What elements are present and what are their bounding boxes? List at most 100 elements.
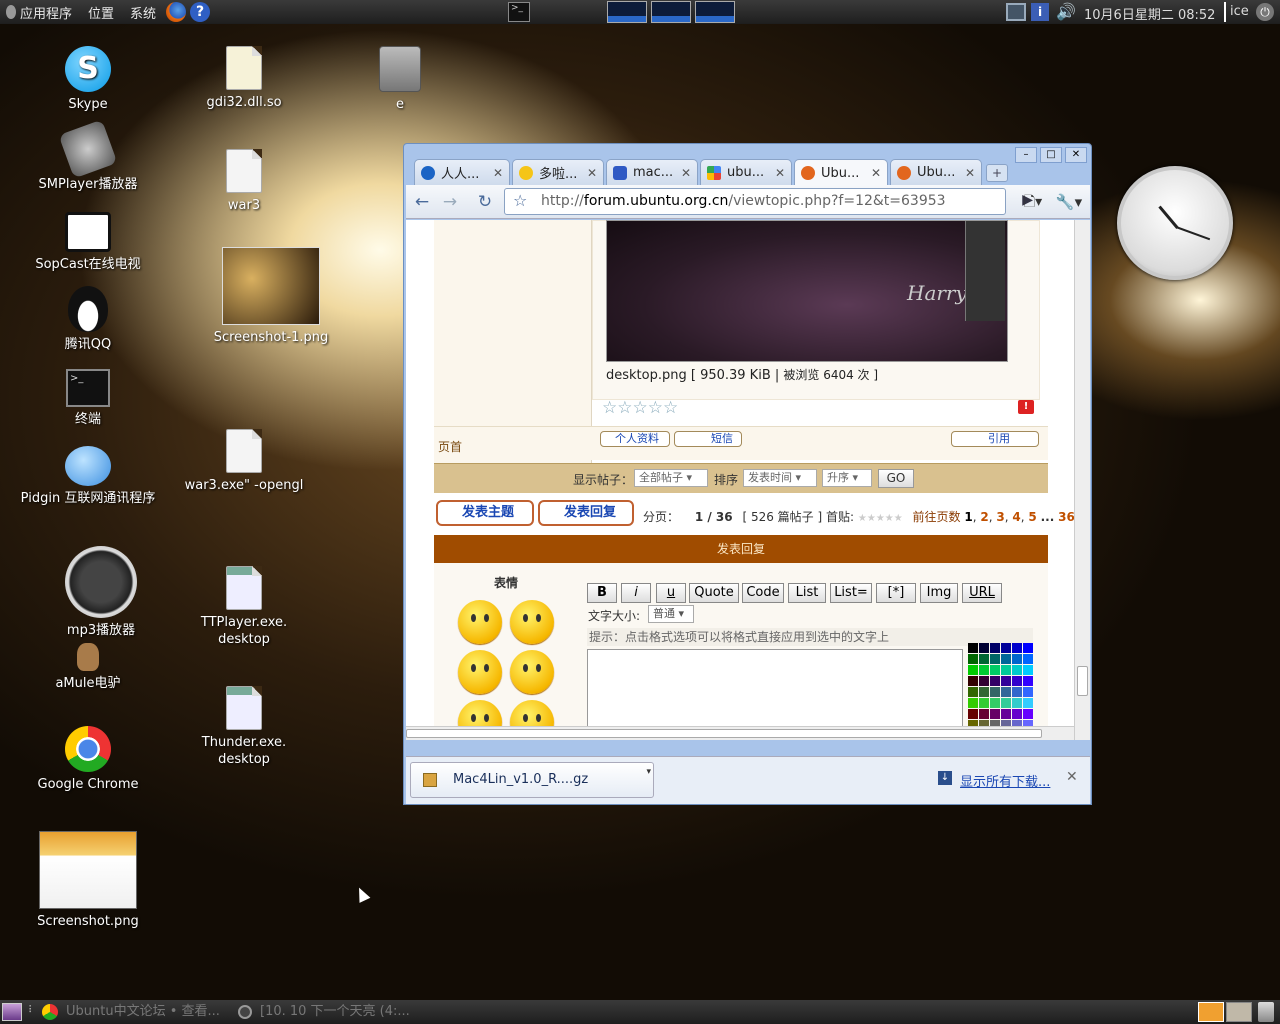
font-size-select[interactable]: 普通 ▾ xyxy=(648,605,694,623)
desktop-icon-screenshot[interactable]: Screenshot.png xyxy=(13,831,163,930)
report-icon[interactable]: ! xyxy=(1018,400,1034,414)
panel-clock[interactable]: 10月6日星期二 08:52 xyxy=(1084,4,1215,23)
tab-mac[interactable]: mac... ✕ xyxy=(606,159,698,185)
go-button[interactable]: GO xyxy=(878,469,914,488)
tab-close-icon[interactable]: ✕ xyxy=(871,166,881,180)
color-swatch[interactable] xyxy=(1012,643,1022,653)
maximize-button[interactable]: □ xyxy=(1040,147,1062,163)
italic-button[interactable]: i xyxy=(621,583,651,603)
tab-close-icon[interactable]: ✕ xyxy=(681,166,691,180)
sort-select[interactable]: 发表时间 ▾ xyxy=(743,469,817,487)
help-launcher-icon[interactable]: ? xyxy=(190,2,211,22)
desktop-icon-thunder[interactable]: Thunder.exe. desktop xyxy=(169,686,319,768)
color-swatch[interactable] xyxy=(990,665,1000,675)
download-menu-icon[interactable]: ▾ xyxy=(646,767,651,777)
quote-button[interactable]: 引用 xyxy=(951,431,1039,447)
workspace-2[interactable] xyxy=(1226,1002,1252,1022)
color-swatch[interactable] xyxy=(979,709,989,719)
color-swatch[interactable] xyxy=(1023,643,1033,653)
color-swatch[interactable] xyxy=(1001,665,1011,675)
color-swatch[interactable] xyxy=(1001,676,1011,686)
desktop-icon-skype[interactable]: S Skype xyxy=(13,46,163,113)
menu-places[interactable]: 位置 xyxy=(80,3,122,22)
close-window-button[interactable]: ✕ xyxy=(1065,147,1087,163)
firefox-launcher-icon[interactable] xyxy=(166,2,187,22)
color-swatch[interactable] xyxy=(1001,709,1011,719)
color-swatch[interactable] xyxy=(1023,654,1033,664)
profile-button[interactable]: 个人资料 xyxy=(600,431,670,447)
desktop-icon-ttplayer[interactable]: TTPlayer.exe. desktop xyxy=(169,566,319,648)
address-bar[interactable]: ☆ http://forum.ubuntu.org.cn/viewtopic.p… xyxy=(504,188,1033,215)
page-link[interactable]: 4 xyxy=(1012,510,1020,524)
tab-renren[interactable]: 人人... ✕ xyxy=(414,159,510,185)
color-swatch[interactable] xyxy=(968,654,978,664)
desktop-icon-screenshot-1[interactable]: Screenshot-1.png xyxy=(196,247,346,346)
page-menu-icon[interactable]: 🗋▾ xyxy=(1018,191,1048,213)
color-swatch[interactable] xyxy=(979,643,989,653)
show-all-downloads-link[interactable]: 显示所有下载... xyxy=(960,771,1050,790)
list-item-button[interactable]: [*] xyxy=(876,583,916,603)
color-swatch[interactable] xyxy=(979,665,989,675)
color-swatch[interactable] xyxy=(968,687,978,697)
color-swatch[interactable] xyxy=(979,676,989,686)
minimize-button[interactable]: – xyxy=(1015,147,1037,163)
panel-username[interactable]: ice xyxy=(1230,4,1249,19)
tab-ubuntu-2[interactable]: Ubu... ✕ xyxy=(890,159,982,185)
forward-button[interactable]: → xyxy=(438,191,462,213)
new-topic-button[interactable]: 发表主题 xyxy=(436,500,534,526)
color-swatch[interactable] xyxy=(1001,643,1011,653)
desktop-icon-gdi32[interactable]: gdi32.dll.so xyxy=(169,46,319,111)
page-link[interactable]: 3 xyxy=(996,510,1004,524)
horizontal-scrollbar[interactable] xyxy=(406,726,1074,740)
show-posts-select[interactable]: 全部帖子 ▾ xyxy=(634,469,708,487)
vertical-scrollbar[interactable] xyxy=(1074,220,1090,740)
color-swatch[interactable] xyxy=(1001,698,1011,708)
color-swatch[interactable] xyxy=(1023,665,1033,675)
close-download-shelf-icon[interactable]: ✕ xyxy=(1066,769,1078,785)
color-swatch[interactable] xyxy=(1012,698,1022,708)
wrench-menu-icon[interactable]: 🔧▾ xyxy=(1054,191,1084,213)
download-item[interactable]: Mac4Lin_v1.0_R....gz ▾ xyxy=(410,762,654,798)
rating-stars[interactable]: ☆☆☆☆☆ xyxy=(602,398,678,418)
color-swatch[interactable] xyxy=(968,698,978,708)
bookmark-star-icon[interactable]: ☆ xyxy=(513,191,527,210)
page-link[interactable]: 2 xyxy=(980,510,988,524)
smiley-wink-icon[interactable] xyxy=(458,650,502,694)
bold-button[interactable]: B xyxy=(587,583,617,603)
color-swatch[interactable] xyxy=(968,665,978,675)
shutdown-icon[interactable]: ⏻ xyxy=(1256,3,1274,21)
page-top-link[interactable]: 页首 xyxy=(438,438,462,455)
color-swatch[interactable] xyxy=(1012,709,1022,719)
new-tab-button[interactable]: + xyxy=(986,164,1008,182)
system-monitor-cpu[interactable] xyxy=(607,1,647,23)
color-swatch[interactable] xyxy=(990,687,1000,697)
smiley-icon[interactable] xyxy=(458,600,502,644)
color-swatch[interactable] xyxy=(990,654,1000,664)
info-icon[interactable]: i xyxy=(1031,3,1049,21)
network-icon[interactable] xyxy=(1006,3,1026,21)
workspace-1[interactable] xyxy=(1198,1002,1224,1022)
system-monitor-net[interactable] xyxy=(695,1,735,23)
tab-close-icon[interactable]: ✕ xyxy=(965,166,975,180)
reply-button[interactable]: 发表回复 xyxy=(538,500,634,526)
underline-button[interactable]: u xyxy=(656,583,686,603)
color-swatch[interactable] xyxy=(968,676,978,686)
back-button[interactable]: ← xyxy=(410,191,434,213)
tab-close-icon[interactable]: ✕ xyxy=(775,166,785,180)
color-swatch[interactable] xyxy=(1023,698,1033,708)
color-swatch[interactable] xyxy=(990,709,1000,719)
color-swatch[interactable] xyxy=(968,643,978,653)
reload-button[interactable]: ↻ xyxy=(473,191,497,213)
color-swatch[interactable] xyxy=(990,676,1000,686)
color-swatch[interactable] xyxy=(1023,709,1033,719)
code-format-button[interactable]: Code xyxy=(742,583,784,603)
menu-applications[interactable]: 应用程序 xyxy=(16,3,80,22)
url-format-button[interactable]: URL xyxy=(962,583,1002,603)
attached-image[interactable]: Harry P xyxy=(606,220,1008,362)
desktop-icon-smplayer[interactable]: SMPlayer播放器 xyxy=(13,119,163,193)
tab-google-ubuntu[interactable]: ubu... ✕ xyxy=(700,159,792,185)
page-link-last[interactable]: 36 xyxy=(1058,510,1075,524)
color-swatch[interactable] xyxy=(979,654,989,664)
color-swatch[interactable] xyxy=(1012,676,1022,686)
volume-icon[interactable]: 🔊 xyxy=(1056,2,1076,21)
